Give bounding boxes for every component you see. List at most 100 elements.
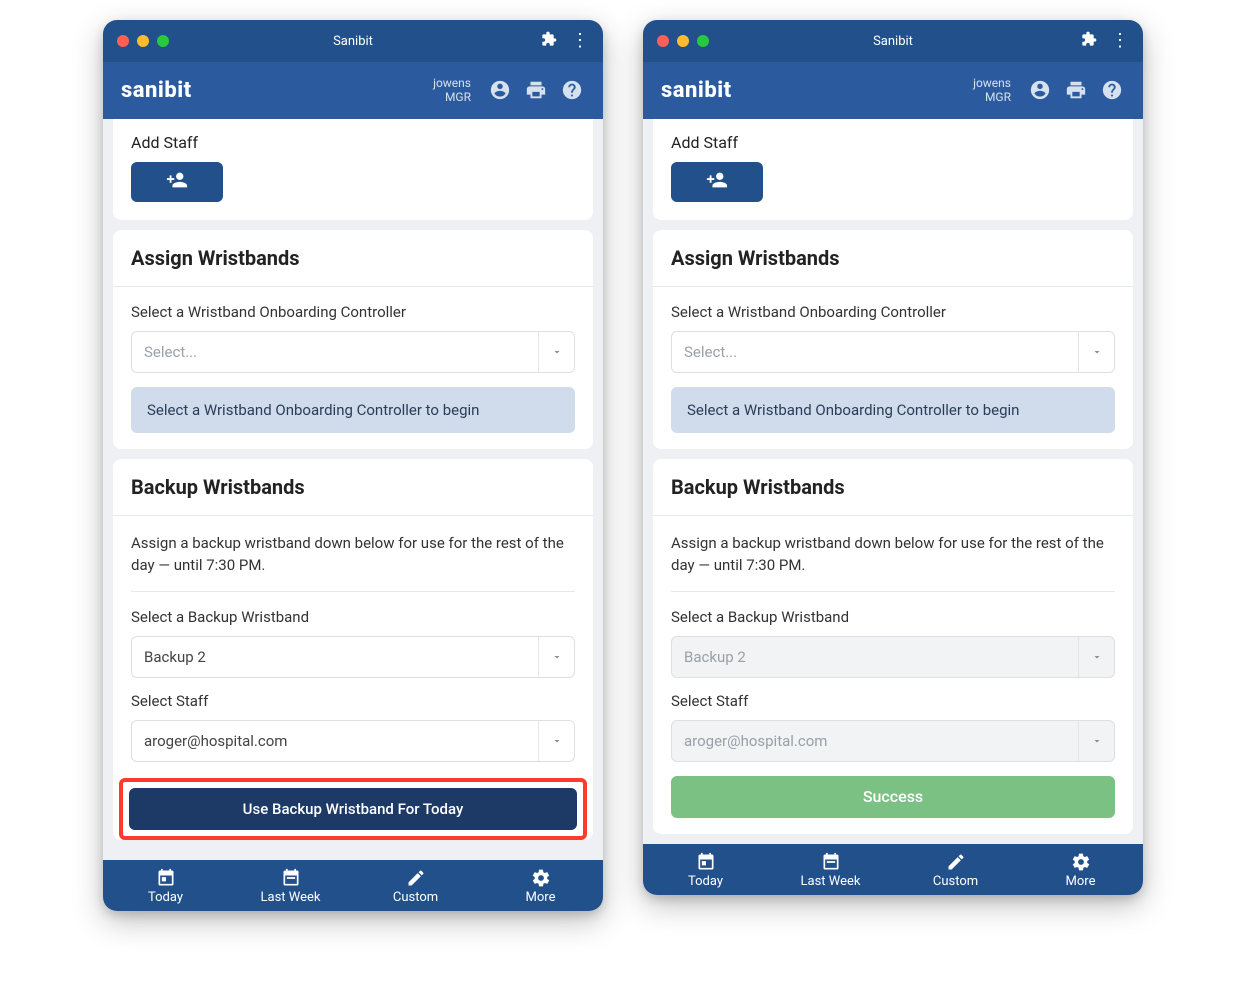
chevron-down-icon — [1078, 721, 1114, 761]
backup-desc: Assign a backup wristband down below for… — [671, 532, 1115, 577]
user-role: MGR — [433, 90, 471, 104]
add-staff-label: Add Staff — [671, 133, 1115, 152]
extension-icon[interactable] — [1081, 31, 1097, 51]
tab-custom-label: Custom — [353, 890, 478, 905]
assign-wristbands-card: Assign Wristbands Select a Wristband Onb… — [653, 230, 1133, 449]
add-staff-card: Add Staff — [653, 119, 1133, 220]
traffic-lights — [657, 35, 709, 47]
user-info: jowens MGR — [433, 76, 471, 105]
tab-last-week[interactable]: Last Week — [768, 844, 893, 895]
controller-placeholder: Select... — [672, 343, 1078, 361]
calendar-today-icon — [103, 868, 228, 888]
bottom-tab-bar: Today Last Week Custom More — [103, 860, 603, 911]
user-info: jowens MGR — [973, 76, 1011, 105]
page-content: Add Staff Assign Wristbands Select a Wri… — [643, 119, 1143, 844]
brand-logo: sanibit — [121, 78, 192, 103]
tab-today-label: Today — [103, 890, 228, 905]
tab-today-label: Today — [643, 874, 768, 889]
tab-custom[interactable]: Custom — [893, 844, 1018, 895]
controller-select[interactable]: Select... — [131, 331, 575, 373]
tab-today[interactable]: Today — [643, 844, 768, 895]
account-icon[interactable] — [487, 77, 513, 103]
tab-more-label: More — [1018, 874, 1143, 889]
backup-select-value: Backup 2 — [672, 648, 1078, 666]
edit-icon — [893, 852, 1018, 872]
add-staff-card: Add Staff — [113, 119, 593, 220]
calendar-today-icon — [643, 852, 768, 872]
assign-wristbands-card: Assign Wristbands Select a Wristband Onb… — [113, 230, 593, 449]
account-icon[interactable] — [1027, 77, 1053, 103]
backup-select-label: Select a Backup Wristband — [131, 608, 575, 626]
backup-header: Backup Wristbands — [113, 459, 593, 516]
backup-select-value: Backup 2 — [132, 648, 538, 666]
user-role: MGR — [973, 90, 1011, 104]
tab-more-label: More — [478, 890, 603, 905]
tab-custom-label: Custom — [893, 874, 1018, 889]
minimize-icon[interactable] — [677, 35, 689, 47]
controller-info-banner: Select a Wristband Onboarding Controller… — [671, 387, 1115, 433]
tab-more[interactable]: More — [478, 860, 603, 911]
tab-custom[interactable]: Custom — [353, 860, 478, 911]
add-staff-button[interactable] — [131, 162, 223, 202]
kebab-menu-icon[interactable]: ⋮ — [1111, 32, 1129, 50]
tab-today[interactable]: Today — [103, 860, 228, 911]
backup-select-disabled: Backup 2 — [671, 636, 1115, 678]
window-title: Sanibit — [873, 34, 913, 49]
divider — [131, 591, 575, 592]
chevron-down-icon — [538, 637, 574, 677]
controller-info-banner: Select a Wristband Onboarding Controller… — [131, 387, 575, 433]
success-button: Success — [671, 776, 1115, 818]
close-icon[interactable] — [657, 35, 669, 47]
backup-desc: Assign a backup wristband down below for… — [131, 532, 575, 577]
maximize-icon[interactable] — [697, 35, 709, 47]
username: jowens — [973, 76, 1011, 90]
chevron-down-icon — [538, 721, 574, 761]
controller-select[interactable]: Select... — [671, 331, 1115, 373]
window-title: Sanibit — [333, 34, 373, 49]
cta-highlight: Use Backup Wristband For Today — [119, 778, 587, 840]
staff-select-label: Select Staff — [131, 692, 575, 710]
person-add-icon — [166, 169, 188, 195]
backup-select[interactable]: Backup 2 — [131, 636, 575, 678]
edit-icon — [353, 868, 478, 888]
tab-more[interactable]: More — [1018, 844, 1143, 895]
gears-icon — [1018, 852, 1143, 872]
print-icon[interactable] — [1063, 77, 1089, 103]
staff-select-value: aroger@hospital.com — [132, 732, 538, 750]
backup-wristbands-card: Backup Wristbands Assign a backup wristb… — [113, 459, 593, 840]
minimize-icon[interactable] — [137, 35, 149, 47]
staff-select[interactable]: aroger@hospital.com — [131, 720, 575, 762]
backup-header: Backup Wristbands — [653, 459, 1133, 516]
divider — [671, 591, 1115, 592]
use-backup-button[interactable]: Use Backup Wristband For Today — [129, 788, 577, 830]
extension-icon[interactable] — [541, 31, 557, 51]
staff-select-value: aroger@hospital.com — [672, 732, 1078, 750]
tab-last-week-label: Last Week — [228, 890, 353, 905]
calendar-week-icon — [228, 868, 353, 888]
help-icon[interactable] — [559, 77, 585, 103]
maximize-icon[interactable] — [157, 35, 169, 47]
backup-select-label: Select a Backup Wristband — [671, 608, 1115, 626]
add-staff-label: Add Staff — [131, 133, 575, 152]
controller-label: Select a Wristband Onboarding Controller — [671, 303, 1115, 321]
close-icon[interactable] — [117, 35, 129, 47]
staff-select-disabled: aroger@hospital.com — [671, 720, 1115, 762]
assign-header: Assign Wristbands — [113, 230, 593, 287]
help-icon[interactable] — [1099, 77, 1125, 103]
app-window-left: Sanibit ⋮ sanibit jowens MGR Add Staff A… — [103, 20, 603, 911]
person-add-icon — [706, 169, 728, 195]
kebab-menu-icon[interactable]: ⋮ — [571, 32, 589, 50]
add-staff-button[interactable] — [671, 162, 763, 202]
staff-select-label: Select Staff — [671, 692, 1115, 710]
tab-last-week[interactable]: Last Week — [228, 860, 353, 911]
print-icon[interactable] — [523, 77, 549, 103]
traffic-lights — [117, 35, 169, 47]
tab-last-week-label: Last Week — [768, 874, 893, 889]
chevron-down-icon — [538, 332, 574, 372]
username: jowens — [433, 76, 471, 90]
app-bar: sanibit jowens MGR — [103, 62, 603, 119]
chevron-down-icon — [1078, 332, 1114, 372]
chevron-down-icon — [1078, 637, 1114, 677]
gears-icon — [478, 868, 603, 888]
bottom-tab-bar: Today Last Week Custom More — [643, 844, 1143, 895]
